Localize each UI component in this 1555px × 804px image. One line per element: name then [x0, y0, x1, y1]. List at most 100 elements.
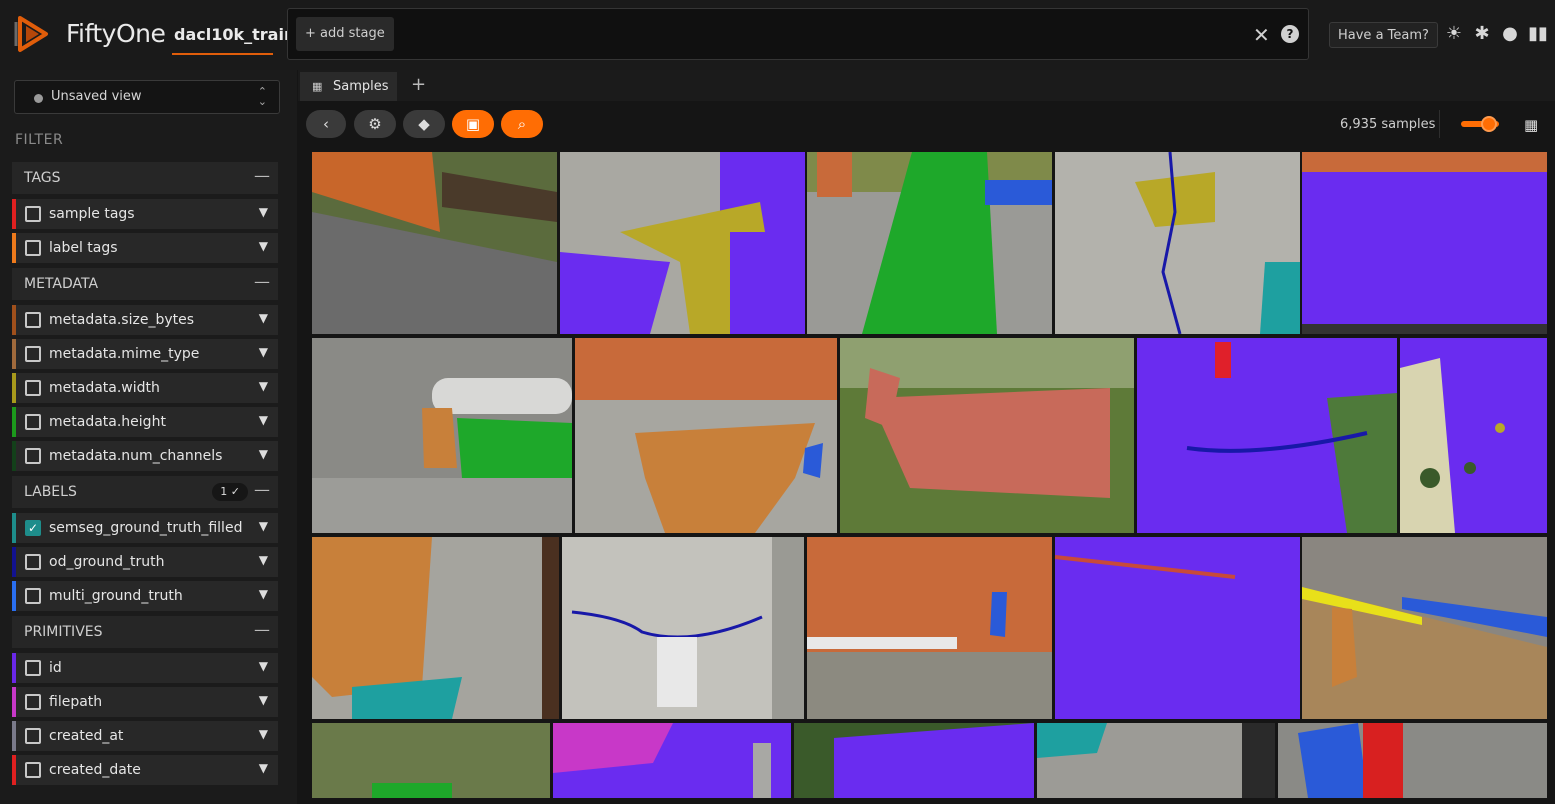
chevron-down-icon[interactable]: ▼ [259, 553, 268, 567]
tab-samples[interactable]: ▦ Samples [300, 72, 397, 101]
collapse-icon[interactable]: — [254, 166, 270, 185]
sample-thumbnail[interactable] [1055, 537, 1300, 719]
chevron-down-icon[interactable]: ▼ [259, 205, 268, 219]
new-panel-plus-icon[interactable]: + [411, 74, 426, 95]
chevron-down-icon[interactable]: ▼ [259, 413, 268, 427]
sample-thumbnail[interactable] [312, 537, 559, 719]
similarity-search-button[interactable]: ⌕ [501, 110, 543, 138]
sidebar-item-size-bytes[interactable]: metadata.size_bytes ▼ [12, 305, 278, 335]
sidebar-item-height[interactable]: metadata.height ▼ [12, 407, 278, 437]
section-labels[interactable]: LABELS 1 ✓ — [12, 476, 278, 508]
sample-thumbnail[interactable] [1037, 723, 1275, 798]
field-checkbox[interactable] [25, 694, 41, 710]
sidebar-item-id[interactable]: id ▼ [12, 653, 278, 683]
field-checkbox[interactable] [25, 762, 41, 778]
sample-thumbnail[interactable] [807, 537, 1052, 719]
chevron-down-icon[interactable]: ▼ [259, 345, 268, 359]
saved-view-selector[interactable]: Unsaved view ⌃ ⌄ [14, 80, 280, 114]
field-checkbox[interactable] [25, 660, 41, 676]
help-icon[interactable]: ? [1281, 25, 1299, 43]
add-stage-button[interactable]: + add stage [296, 17, 394, 51]
have-a-team-button[interactable]: Have a Team? [1329, 22, 1438, 48]
sample-thumbnail[interactable] [312, 152, 557, 334]
grid-layout-icon[interactable]: ▦ [1524, 116, 1538, 134]
sidebar-item-semseg[interactable]: ✓ semseg_ground_truth_filled ▼ [12, 513, 278, 543]
sample-image [312, 338, 572, 533]
chevron-down-icon[interactable]: ▼ [259, 239, 268, 253]
chevron-down-icon[interactable]: ▼ [259, 659, 268, 673]
field-checkbox[interactable] [25, 448, 41, 464]
field-label: metadata.mime_type [49, 346, 200, 362]
fiftyone-logo-icon[interactable] [12, 14, 52, 54]
section-primitives[interactable]: PRIMITIVES — [12, 616, 278, 648]
settings-button[interactable]: ⚙ [354, 110, 396, 138]
field-checkbox[interactable] [25, 206, 41, 222]
sidebar-item-width[interactable]: metadata.width ▼ [12, 373, 278, 403]
sidebar-item-num-channels[interactable]: metadata.num_channels ▼ [12, 441, 278, 471]
section-tags[interactable]: TAGS — [12, 162, 278, 194]
field-checkbox-checked[interactable]: ✓ [25, 520, 41, 536]
sample-thumbnail[interactable] [1137, 338, 1397, 533]
collapse-icon[interactable]: — [254, 272, 270, 291]
chevron-down-icon[interactable]: ▼ [259, 761, 268, 775]
field-checkbox[interactable] [25, 346, 41, 362]
chevron-down-icon[interactable]: ▼ [259, 311, 268, 325]
chevron-down-icon[interactable]: ▼ [259, 379, 268, 393]
sample-thumbnail[interactable] [1055, 152, 1300, 334]
chevron-down-icon[interactable]: ▼ [259, 519, 268, 533]
field-checkbox[interactable] [25, 554, 41, 570]
sidebar-item-filepath[interactable]: filepath ▼ [12, 687, 278, 717]
back-button[interactable]: ‹ [306, 110, 346, 138]
zoom-slider[interactable] [1461, 116, 1499, 132]
sample-thumbnail[interactable] [1278, 723, 1547, 798]
chevron-down-icon[interactable]: ▼ [259, 727, 268, 741]
sample-thumbnail[interactable] [1400, 338, 1547, 533]
sample-thumbnail[interactable] [553, 723, 791, 798]
sample-thumbnail[interactable] [807, 152, 1052, 334]
slider-handle[interactable] [1481, 116, 1497, 132]
theme-icon[interactable]: ☀ [1443, 22, 1465, 46]
sidebar-item-label-tags[interactable]: label tags ▼ [12, 233, 278, 263]
slack-icon[interactable]: ✱ [1471, 22, 1493, 46]
sample-image [840, 338, 1134, 533]
chevron-down-icon[interactable]: ▼ [259, 587, 268, 601]
collapse-icon[interactable]: — [254, 620, 270, 639]
sample-thumbnail[interactable] [840, 338, 1134, 533]
sidebar-item-mime-type[interactable]: metadata.mime_type ▼ [12, 339, 278, 369]
sidebar-item-sample-tags[interactable]: sample tags ▼ [12, 199, 278, 229]
field-color-bar [12, 233, 16, 263]
github-icon[interactable]: ● [1499, 22, 1521, 46]
field-color-bar [12, 199, 16, 229]
sample-thumbnail[interactable] [794, 723, 1034, 798]
sidebar-item-created-at[interactable]: created_at ▼ [12, 721, 278, 751]
sidebar-item-od-ground-truth[interactable]: od_ground_truth ▼ [12, 547, 278, 577]
sample-thumbnail[interactable] [575, 338, 837, 533]
selector-caret-icon: ⌃ ⌄ [257, 85, 267, 108]
sample-thumbnail[interactable] [1302, 537, 1547, 719]
close-icon[interactable]: ✕ [1253, 23, 1270, 47]
sample-thumbnail[interactable] [1302, 152, 1547, 334]
sample-thumbnail[interactable] [562, 537, 804, 719]
sample-thumbnail[interactable] [312, 723, 550, 798]
sample-thumbnail[interactable] [312, 338, 572, 533]
dataset-selector[interactable]: dacl10k_train [174, 25, 295, 44]
view-stage-bar[interactable]: + add stage ✕ ? [287, 8, 1309, 60]
chevron-down-icon[interactable]: ▼ [259, 447, 268, 461]
sample-thumbnail[interactable] [560, 152, 805, 334]
patches-button[interactable]: ▣ [452, 110, 494, 138]
tag-button[interactable]: ◆ [403, 110, 445, 138]
sidebar-item-multi-ground-truth[interactable]: multi_ground_truth ▼ [12, 581, 278, 611]
collapse-icon[interactable]: — [254, 480, 270, 499]
field-checkbox[interactable] [25, 312, 41, 328]
field-checkbox[interactable] [25, 728, 41, 744]
chevron-down-icon[interactable]: ▼ [259, 693, 268, 707]
sample-image [575, 338, 837, 533]
docs-icon[interactable]: ▮▮ [1527, 22, 1549, 46]
section-metadata[interactable]: METADATA — [12, 268, 278, 300]
field-checkbox[interactable] [25, 380, 41, 396]
labels-count-badge[interactable]: 1 ✓ [212, 483, 248, 501]
field-checkbox[interactable] [25, 588, 41, 604]
sidebar-item-created-date[interactable]: created_date ▼ [12, 755, 278, 785]
field-checkbox[interactable] [25, 240, 41, 256]
field-checkbox[interactable] [25, 414, 41, 430]
